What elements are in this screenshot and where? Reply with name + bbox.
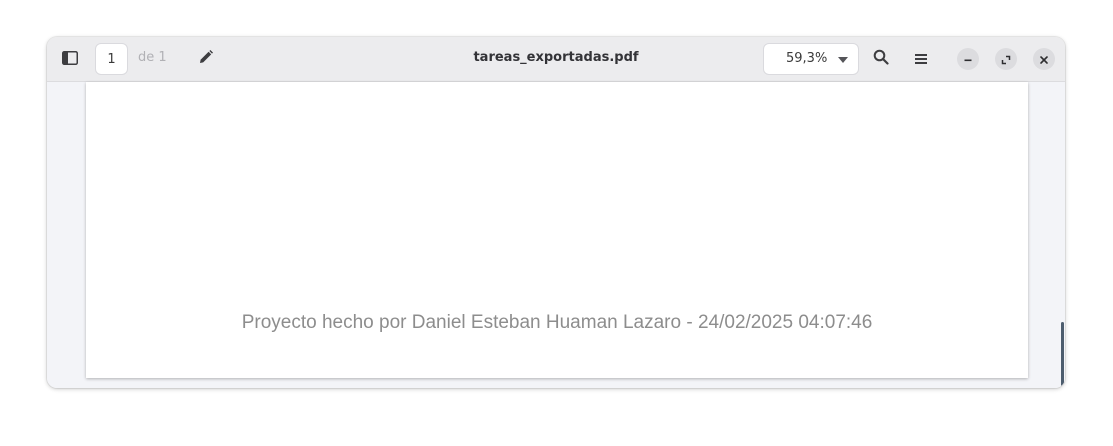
close-icon [1039, 50, 1049, 69]
vertical-scrollbar[interactable] [1061, 322, 1064, 386]
current-page-value: 1 [107, 51, 116, 67]
sidebar-toggle-icon [62, 50, 78, 69]
page-count-label: de 1 [138, 50, 167, 65]
minimize-icon [963, 50, 973, 69]
chevron-down-icon [838, 57, 848, 63]
zoom-dropdown[interactable]: 59,3% [763, 43, 859, 75]
page-footer-text: Proyecto hecho por Daniel Esteban Huaman… [241, 312, 873, 333]
close-button[interactable] [1033, 48, 1055, 70]
search-icon [873, 49, 889, 69]
annotate-button[interactable] [190, 43, 222, 75]
sidebar-toggle-button[interactable] [54, 43, 86, 75]
minimize-button[interactable] [957, 48, 979, 70]
pdf-page: Proyecto hecho por Daniel Esteban Huaman… [86, 82, 1028, 378]
zoom-value: 59,3% [786, 51, 828, 66]
search-button[interactable] [865, 43, 897, 75]
maximize-icon [1001, 50, 1011, 69]
page-number-input[interactable]: 1 [95, 43, 128, 75]
header-bar: 1 de 1 tareas_exportadas.pdf 59,3% [47, 37, 1065, 82]
main-menu-button[interactable] [905, 43, 937, 75]
document-view[interactable]: Proyecto hecho por Daniel Esteban Huaman… [47, 82, 1065, 388]
pdf-viewer-window: 1 de 1 tareas_exportadas.pdf 59,3% Proye… [47, 37, 1065, 388]
pencil-icon [198, 49, 214, 69]
hamburger-menu-icon [914, 50, 928, 69]
maximize-button[interactable] [995, 48, 1017, 70]
